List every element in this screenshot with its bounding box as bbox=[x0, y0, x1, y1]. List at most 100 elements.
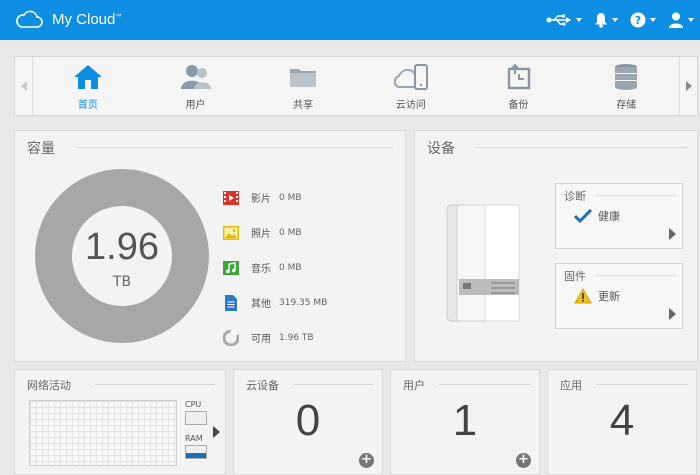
music-icon bbox=[223, 260, 239, 275]
nav-item-backup[interactable]: 备份 bbox=[465, 57, 573, 115]
document-icon bbox=[225, 294, 237, 311]
firmware-card[interactable]: 固件 更新 bbox=[555, 263, 683, 329]
network-activity-panel: 网络活动 CPU RAM bbox=[14, 369, 226, 475]
panel-title: 网络活动 bbox=[27, 379, 71, 392]
pie-icon bbox=[223, 329, 239, 346]
video-icon bbox=[223, 190, 239, 205]
brand-name: My Cloud™ bbox=[52, 10, 122, 28]
ram-meter: RAM bbox=[185, 434, 207, 459]
photo-icon bbox=[223, 225, 239, 240]
nav-scroll-right[interactable] bbox=[679, 57, 697, 115]
arrow-left-icon bbox=[20, 81, 27, 91]
svg-text:?: ? bbox=[635, 14, 641, 27]
cloud-devices-count: 0 bbox=[295, 396, 321, 445]
cloud-devices-card[interactable]: 云设备 0 + bbox=[233, 369, 383, 475]
capacity-donut[interactable]: 1.96 TB bbox=[35, 169, 209, 343]
chevron-right-icon[interactable] bbox=[669, 228, 676, 240]
title-divider bbox=[77, 147, 393, 148]
title-divider bbox=[475, 147, 687, 148]
nas-device-image bbox=[446, 204, 520, 322]
capacity-panel: 容量 1.96 TB 影片 0 MB 照片 0 MB 音乐 0 MB 其他 31… bbox=[14, 130, 406, 362]
home-icon bbox=[73, 65, 102, 89]
warning-icon bbox=[574, 288, 592, 304]
title-divider bbox=[596, 384, 688, 385]
cpu-label: CPU bbox=[185, 400, 202, 409]
nav-item-users[interactable]: 用户 bbox=[142, 57, 250, 115]
device-panel: 设备 诊断 健康 固件 更新 bbox=[414, 130, 698, 362]
panel-title: 用户 bbox=[403, 379, 425, 392]
help-icon: ? bbox=[630, 12, 646, 28]
nav-label: 备份 bbox=[508, 100, 529, 111]
panel-title: 应用 bbox=[560, 379, 582, 392]
nav-label: 首页 bbox=[77, 100, 98, 111]
notifications-menu[interactable] bbox=[594, 12, 618, 28]
nav-label: 存储 bbox=[616, 100, 637, 111]
panel-title: 云设备 bbox=[246, 379, 279, 392]
cloud-access-icon bbox=[393, 64, 428, 90]
legend-name: 音乐 bbox=[251, 264, 271, 275]
legend-value: 0 MB bbox=[279, 227, 302, 238]
nav-label: 共享 bbox=[293, 100, 314, 111]
nav-label: 云访问 bbox=[395, 100, 426, 111]
panel-title: 设备 bbox=[427, 141, 455, 157]
donut-center: 1.96 TB bbox=[72, 206, 172, 306]
legend-name: 其他 bbox=[251, 299, 271, 310]
legend-value: 0 MB bbox=[279, 192, 302, 203]
legend-item-photo[interactable]: 照片 0 MB bbox=[223, 215, 327, 250]
nav-item-shares[interactable]: 共享 bbox=[249, 57, 357, 115]
cpu-meter: CPU bbox=[185, 400, 207, 425]
storage-icon bbox=[615, 64, 638, 90]
main-nav: 首页 用户 共享 云访问 备份 存储 bbox=[14, 56, 698, 116]
check-icon bbox=[574, 209, 592, 223]
panel-title: 容量 bbox=[27, 141, 55, 157]
add-cloud-device-button[interactable]: + bbox=[359, 453, 374, 468]
title-divider bbox=[439, 384, 531, 385]
legend-name: 可用 bbox=[251, 334, 271, 345]
bell-icon bbox=[595, 13, 607, 28]
legend-value: 0 MB bbox=[279, 262, 302, 273]
title-divider bbox=[294, 384, 374, 385]
card-title: 固件 bbox=[564, 270, 586, 283]
legend-value: 319.35 MB bbox=[279, 297, 328, 308]
firmware-status: 更新 bbox=[598, 290, 620, 303]
nav-item-cloud-access[interactable]: 云访问 bbox=[357, 57, 465, 115]
logo[interactable]: My Cloud™ bbox=[14, 8, 121, 30]
users-count: 1 bbox=[452, 396, 478, 445]
usb-menu[interactable] bbox=[546, 14, 582, 26]
capacity-legend: 影片 0 MB 照片 0 MB 音乐 0 MB 其他 319.35 MB 可用 … bbox=[223, 180, 327, 355]
apps-card[interactable]: 应用 4 bbox=[547, 369, 697, 475]
legend-item-video[interactable]: 影片 0 MB bbox=[223, 180, 327, 215]
top-bar: My Cloud™ ? bbox=[0, 0, 700, 40]
capacity-total-value: 1.96 bbox=[85, 226, 159, 268]
legend-name: 影片 bbox=[251, 194, 271, 205]
backup-icon bbox=[507, 64, 530, 90]
add-user-button[interactable]: + bbox=[516, 453, 531, 468]
users-icon bbox=[180, 65, 211, 89]
nav-item-home[interactable]: 首页 bbox=[34, 57, 142, 115]
title-divider bbox=[95, 384, 215, 385]
network-activity-graph bbox=[29, 400, 177, 466]
help-menu[interactable]: ? bbox=[630, 12, 656, 28]
diagnostics-card[interactable]: 诊断 健康 bbox=[555, 183, 683, 249]
card-title: 诊断 bbox=[564, 190, 586, 203]
arrow-right-icon bbox=[685, 81, 692, 91]
chevron-right-icon[interactable] bbox=[669, 308, 676, 320]
nav-item-storage[interactable]: 存储 bbox=[572, 57, 680, 115]
ram-label: RAM bbox=[185, 434, 203, 443]
chevron-right-icon[interactable] bbox=[213, 426, 220, 438]
legend-value: 1.96 TB bbox=[279, 332, 314, 343]
nav-label: 用户 bbox=[185, 100, 206, 111]
legend-item-music[interactable]: 音乐 0 MB bbox=[223, 250, 327, 285]
folder-icon bbox=[290, 69, 317, 87]
cloud-icon bbox=[16, 10, 43, 28]
users-card[interactable]: 用户 1 + bbox=[390, 369, 540, 475]
diagnostics-status: 健康 bbox=[598, 210, 620, 223]
legend-item-other[interactable]: 其他 319.35 MB bbox=[223, 285, 327, 320]
user-menu[interactable] bbox=[668, 12, 694, 28]
legend-name: 照片 bbox=[251, 229, 271, 240]
user-icon bbox=[669, 12, 683, 28]
apps-count: 4 bbox=[609, 396, 635, 445]
legend-item-free[interactable]: 可用 1.96 TB bbox=[223, 320, 327, 355]
nav-scroll-left[interactable] bbox=[15, 57, 33, 115]
capacity-total-unit: TB bbox=[112, 274, 132, 290]
